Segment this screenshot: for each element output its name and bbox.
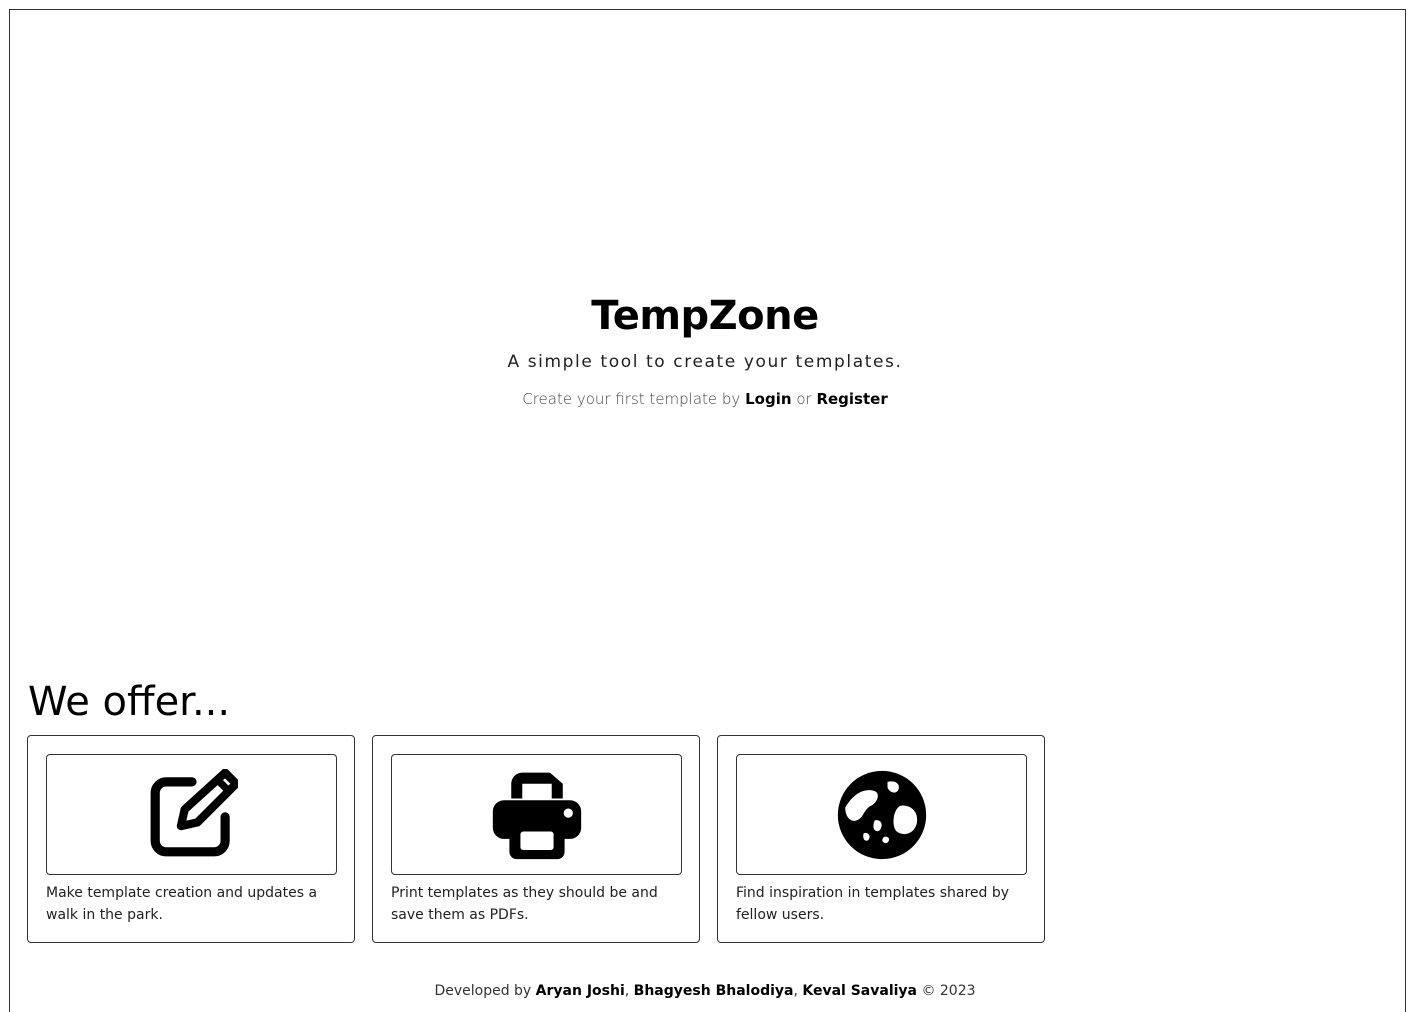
feature-card-edit: Make template creation and updates a wal… [27,735,355,943]
feature-cards: Make template creation and updates a wal… [27,735,1045,943]
app-title: TempZone [591,293,819,339]
developer-name: Bhagyesh Bhalodiya [633,983,794,999]
login-link[interactable]: Login [745,390,791,408]
cta-or-text: or [796,390,812,408]
feature-description: Print templates as they should be and sa… [391,885,658,923]
feature-icon-box [391,754,682,875]
offer-heading: We offer... [28,679,231,725]
register-link[interactable]: Register [816,390,887,408]
feature-card-print: Print templates as they should be and sa… [372,735,700,943]
feature-description: Find inspiration in templates shared by … [736,885,1010,923]
copyright-text: © 2023 [921,983,976,999]
feature-icon-box [46,754,337,875]
developer-name: Aryan Joshi [535,983,625,999]
hero-call-to-action: Create your first template by Login or R… [0,388,1410,410]
footer-separator: , [624,983,630,999]
footer-prefix: Developed by [434,983,532,999]
printer-icon [492,772,581,859]
feature-icon-box [736,754,1027,875]
developer-name: Keval Savaliya [802,983,917,999]
footer: Developed by Aryan Joshi, Bhagyesh Bhalo… [0,981,1410,1001]
globe-icon [837,770,926,859]
hero-section: TempZone A simple tool to create your te… [0,290,1410,410]
edit-icon [150,768,238,856]
feature-card-globe: Find inspiration in templates shared by … [717,735,1045,943]
feature-description: Make template creation and updates a wal… [46,885,318,923]
app-tagline: A simple tool to create your templates. [507,352,903,372]
footer-separator: , [793,983,798,999]
cta-prefix-text: Create your first template by [522,390,741,408]
